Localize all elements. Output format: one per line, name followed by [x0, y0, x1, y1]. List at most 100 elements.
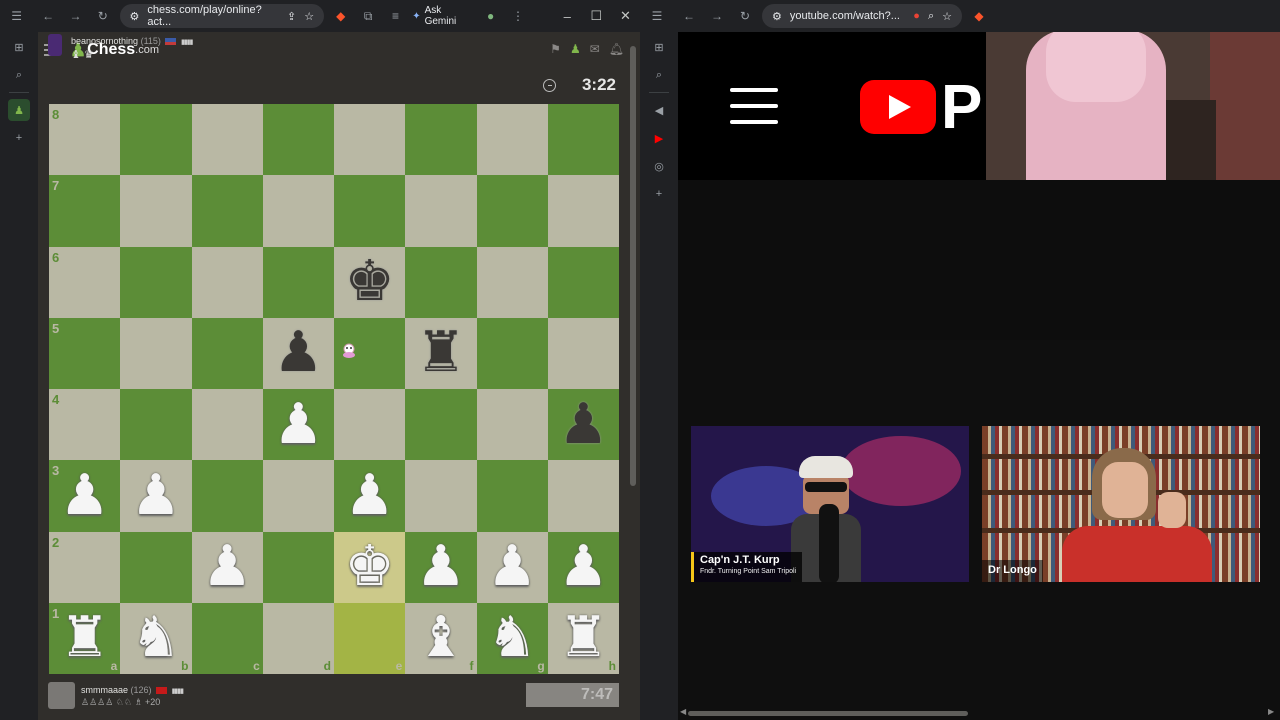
square-c2[interactable]: ♟: [191, 531, 263, 603]
youtube-tab-icon[interactable]: ▶: [648, 127, 670, 149]
white-piece-f2[interactable]: ♟: [416, 539, 466, 595]
square-f5[interactable]: ♜: [405, 317, 477, 389]
notifications-icon[interactable]: 🔔︎: [609, 42, 624, 56]
square-a7[interactable]: 7: [49, 175, 121, 247]
square-g2[interactable]: ♟: [476, 531, 548, 603]
square-b7[interactable]: [120, 175, 192, 247]
square-c3[interactable]: [191, 460, 263, 532]
square-a2[interactable]: 2: [49, 531, 121, 603]
profile-avatar-icon[interactable]: ●: [480, 5, 501, 27]
square-f3[interactable]: [405, 460, 477, 532]
square-a8[interactable]: 8: [49, 104, 121, 176]
square-h1[interactable]: h ♜: [547, 602, 619, 674]
opponent-name[interactable]: beanosornothing: [71, 36, 138, 46]
square-b8[interactable]: [120, 104, 192, 176]
back-arrow-icon[interactable]: ←: [678, 5, 700, 27]
white-piece-e2[interactable]: ♚: [345, 539, 395, 595]
square-a3[interactable]: 3 ♟: [49, 460, 121, 532]
square-f6[interactable]: [405, 246, 477, 318]
back-arrow-icon[interactable]: ←: [37, 5, 58, 27]
page-scrollbar[interactable]: [630, 46, 636, 486]
tab-list-icon[interactable]: ☰: [646, 5, 668, 27]
white-piece-c2[interactable]: ♟: [202, 539, 252, 595]
square-h6[interactable]: [547, 246, 619, 318]
square-c1[interactable]: c: [191, 602, 263, 674]
square-f4[interactable]: [405, 389, 477, 461]
square-e4[interactable]: [334, 389, 406, 461]
square-a5[interactable]: 5: [49, 317, 121, 389]
forward-arrow-icon[interactable]: →: [706, 5, 728, 27]
square-c7[interactable]: [191, 175, 263, 247]
forward-arrow-icon[interactable]: →: [65, 5, 86, 27]
square-g8[interactable]: [476, 104, 548, 176]
player-name-row[interactable]: smmmaaae (126) ▮▮▮▮: [81, 685, 184, 695]
address-bar[interactable]: ⚙ chess.com/play/online?act... ⇪ ☆: [119, 4, 325, 28]
chrome-tab-icon[interactable]: ◎: [648, 155, 670, 177]
maximize-button[interactable]: ☐: [582, 8, 611, 24]
add-tab-icon[interactable]: +: [8, 127, 30, 149]
square-d1[interactable]: d: [262, 602, 334, 674]
square-f2[interactable]: ♟: [405, 531, 477, 603]
square-d4[interactable]: ♟: [262, 389, 334, 461]
black-piece-f5[interactable]: ♜: [416, 325, 466, 381]
search-tabs-icon[interactable]: ⌕: [648, 64, 670, 86]
tab-list-icon[interactable]: ☰: [6, 5, 27, 27]
square-f7[interactable]: [405, 175, 477, 247]
more-options-icon[interactable]: ⋮: [507, 5, 528, 27]
square-e2[interactable]: ♚: [334, 531, 406, 603]
square-e7[interactable]: [334, 175, 406, 247]
square-e1[interactable]: e: [334, 602, 406, 674]
site-info-icon[interactable]: ⚙: [130, 10, 140, 23]
white-piece-b1[interactable]: ♞: [131, 610, 181, 666]
apps-grid-icon[interactable]: ⊞: [8, 36, 30, 58]
square-d3[interactable]: [262, 460, 334, 532]
add-tab-icon[interactable]: +: [648, 183, 670, 205]
site-info-icon[interactable]: ⚙: [772, 10, 782, 23]
brave-shield-icon[interactable]: ◆: [968, 5, 990, 27]
zoom-icon[interactable]: ⌕: [928, 10, 934, 23]
square-g3[interactable]: [476, 460, 548, 532]
square-d8[interactable]: [262, 104, 334, 176]
brave-shield-icon[interactable]: ◆: [330, 5, 351, 27]
white-piece-a3[interactable]: ♟: [60, 467, 110, 524]
square-h3[interactable]: [547, 460, 619, 532]
scroll-right-arrow-icon[interactable]: ▶: [1268, 707, 1274, 716]
reload-icon[interactable]: ↻: [734, 5, 756, 27]
audio-tab-icon[interactable]: ◀: [648, 99, 670, 121]
square-f1[interactable]: f ♝: [405, 602, 477, 674]
square-h7[interactable]: [547, 175, 619, 247]
white-piece-d4[interactable]: ♟: [273, 396, 323, 453]
play-icon[interactable]: ♟: [570, 42, 581, 56]
square-g6[interactable]: [476, 246, 548, 318]
white-piece-g2[interactable]: ♟: [487, 539, 537, 595]
player-name[interactable]: smmmaaae: [81, 685, 128, 695]
chess-board[interactable]: 8 7 6 ♚ 5 ♟ ♜ 4 ♟ ♟ 3 ♟ ♟ ♟ 2 ♟ ♚ ♟ ♟ ♟ 1 a ♜ b ♞ c d e f ♝ g ♞ h ♜: [49, 104, 619, 674]
square-a4[interactable]: 4: [49, 389, 121, 461]
square-h5[interactable]: [547, 317, 619, 389]
white-piece-f1[interactable]: ♝: [416, 610, 466, 666]
square-g1[interactable]: g ♞: [476, 602, 548, 674]
search-tabs-icon[interactable]: ⌕: [8, 64, 30, 86]
ask-gemini-button[interactable]: ✦ Ask Gemini: [412, 5, 474, 27]
white-piece-e3[interactable]: ♟: [345, 467, 395, 524]
friends-icon[interactable]: ⚑: [550, 42, 561, 56]
opponent-name-row[interactable]: beanosornothing (115) ▮▮▮▮: [71, 36, 193, 46]
square-h8[interactable]: [547, 104, 619, 176]
opponent-avatar[interactable]: [48, 34, 62, 56]
square-d2[interactable]: [262, 531, 334, 603]
share-icon[interactable]: ⇪: [287, 10, 296, 23]
white-piece-h2[interactable]: ♟: [558, 539, 608, 595]
address-bar-right[interactable]: ⚙ youtube.com/watch?... ● ⌕ ☆: [762, 4, 962, 28]
white-piece-g1[interactable]: ♞: [487, 610, 537, 666]
white-piece-a1[interactable]: ♜: [60, 610, 110, 666]
square-b2[interactable]: [120, 531, 192, 603]
black-piece-d5[interactable]: ♟: [273, 325, 323, 381]
square-e3[interactable]: ♟: [334, 460, 406, 532]
reading-list-icon[interactable]: ≡: [385, 5, 406, 27]
horizontal-scrollbar[interactable]: [688, 711, 968, 716]
square-c5[interactable]: [191, 317, 263, 389]
square-h2[interactable]: ♟: [547, 531, 619, 603]
square-g7[interactable]: [476, 175, 548, 247]
reload-icon[interactable]: ↻: [92, 5, 113, 27]
square-e8[interactable]: [334, 104, 406, 176]
